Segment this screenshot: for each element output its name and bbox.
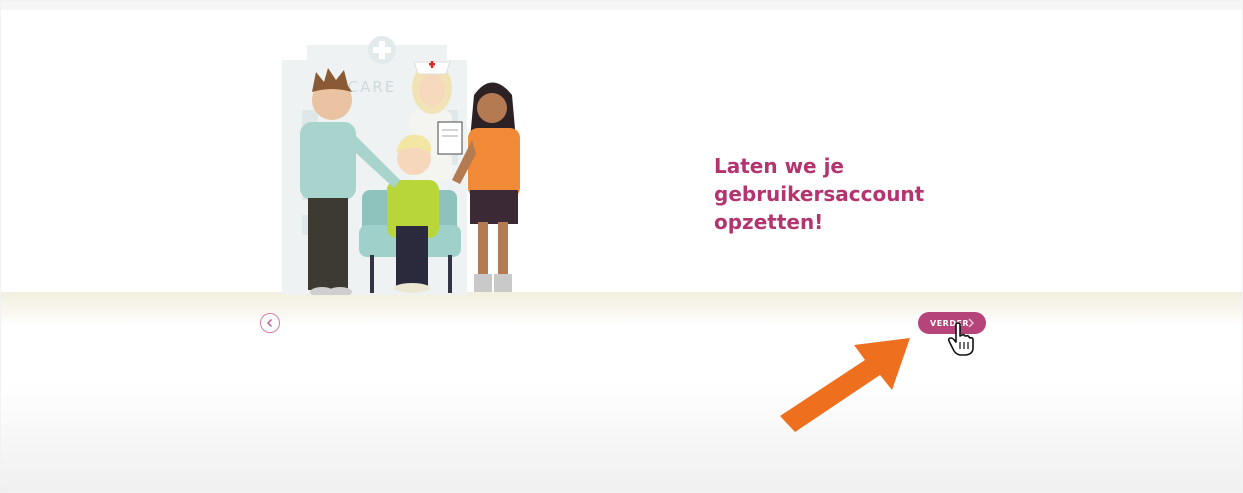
back-button[interactable] bbox=[260, 313, 280, 333]
hand-pointer-icon bbox=[947, 322, 974, 356]
bottom-fade bbox=[0, 380, 1243, 493]
care-team-illustration: CARE bbox=[282, 36, 520, 295]
headline-line-3: opzetten! bbox=[714, 210, 824, 234]
headline-line-1: Laten we je bbox=[714, 154, 844, 178]
building-sign: CARE bbox=[348, 78, 397, 96]
headline: Laten we je gebruikersaccount opzetten! bbox=[714, 152, 974, 236]
top-strip bbox=[0, 0, 1243, 10]
floor-band bbox=[0, 292, 1243, 326]
orange-arrow-icon bbox=[780, 338, 910, 432]
chevron-left-icon bbox=[266, 318, 273, 328]
headline-line-2: gebruikersaccount bbox=[714, 182, 925, 206]
